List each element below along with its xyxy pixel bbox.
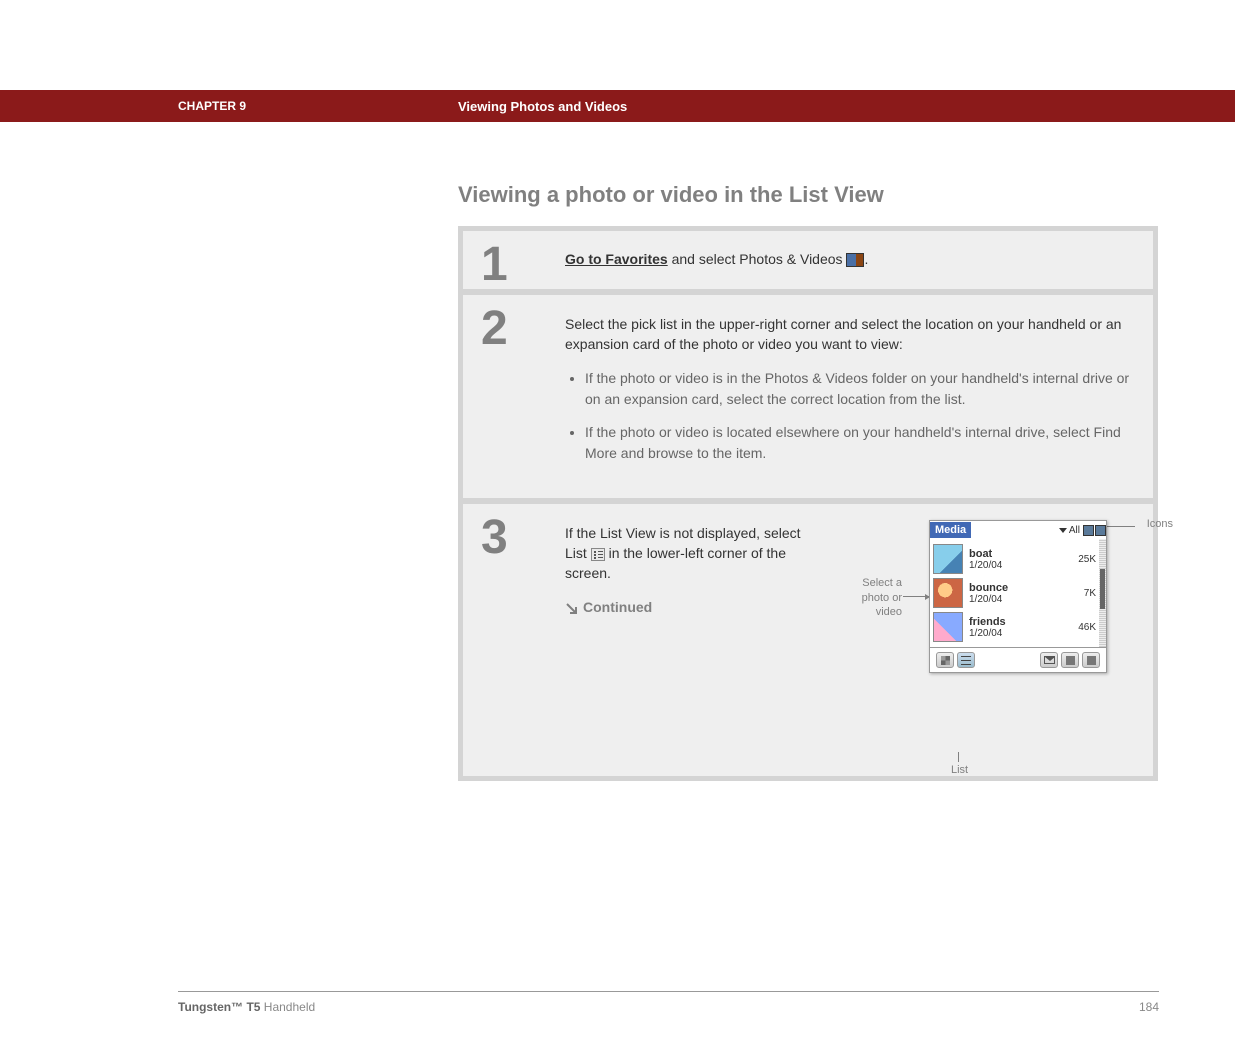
media-date: 1/20/04 <box>969 628 1062 639</box>
device-icon[interactable] <box>1095 525 1106 536</box>
step-1-text: Go to Favorites and select Photos & Vide… <box>565 251 1135 267</box>
step-body: Go to Favorites and select Photos & Vide… <box>557 231 1153 289</box>
continued-text: Continued <box>583 599 652 615</box>
bullet-item: If the photo or video is located elsewhe… <box>585 422 1135 464</box>
section-title: Viewing a photo or video in the List Vie… <box>458 182 1160 208</box>
list-item[interactable]: friends 1/20/04 46K <box>933 610 1106 644</box>
thumbnail-view-button[interactable] <box>936 652 954 668</box>
footer: Tungsten™ T5 Handheld 184 <box>178 991 1159 1014</box>
list-icon <box>591 548 605 561</box>
step-3-text-area: If the List View is not displayed, selec… <box>565 524 825 754</box>
callout-line <box>903 596 929 597</box>
media-info: bounce 1/20/04 <box>969 582 1062 605</box>
location-dropdown[interactable]: All <box>1059 525 1080 536</box>
product-rest: Handheld <box>260 1000 315 1014</box>
device-toolbar <box>930 647 1106 672</box>
dropdown-value: All <box>1069 525 1080 536</box>
step-body: Select the pick list in the upper-right … <box>557 295 1153 498</box>
thumbnail <box>933 612 963 642</box>
screenshot-area: Select a photo or video Icons Media All <box>845 524 1135 754</box>
media-date: 1/20/04 <box>969 594 1062 605</box>
device-screenshot: Media All <box>929 520 1107 673</box>
step-2: 2 Select the pick list in the upper-righ… <box>463 295 1153 498</box>
step-number-cell: 2 <box>463 295 557 498</box>
device-header: Media All <box>930 521 1106 539</box>
media-size: 7K <box>1068 588 1096 599</box>
list-item[interactable]: bounce 1/20/04 7K <box>933 576 1106 610</box>
media-size: 25K <box>1068 554 1096 565</box>
step1-period: . <box>864 251 868 267</box>
step-number-cell: 3 <box>463 504 557 776</box>
product-name: Tungsten™ T5 Handheld <box>178 1000 315 1014</box>
step1-after-link: and select Photos & Videos <box>668 251 847 267</box>
callout-icons: Icons <box>1147 518 1173 530</box>
photos-videos-icon <box>846 253 864 267</box>
continued-label: Continued <box>565 599 825 615</box>
media-date: 1/20/04 <box>969 560 1062 571</box>
envelope-icon <box>1044 656 1055 664</box>
step-2-bullets: If the photo or video is in the Photos &… <box>565 368 1135 464</box>
step-1: 1 Go to Favorites and select Photos & Vi… <box>463 231 1153 289</box>
step-body: If the List View is not displayed, selec… <box>557 504 1153 776</box>
slideshow-icon <box>1087 656 1096 665</box>
media-label: Media <box>930 522 971 538</box>
scrollbar[interactable] <box>1099 539 1106 647</box>
chapter-label: CHAPTER 9 <box>178 99 458 113</box>
media-list: boat 1/20/04 25K bounce 1/20/04 <box>930 539 1106 647</box>
product-strong: Tungsten™ T5 <box>178 1000 260 1014</box>
step-number-cell: 1 <box>463 231 557 289</box>
callout-line <box>958 752 959 762</box>
page-number: 184 <box>1139 1000 1159 1014</box>
scroll-thumb[interactable] <box>1100 569 1105 609</box>
media-size: 46K <box>1068 622 1096 633</box>
draw-button[interactable] <box>1061 652 1079 668</box>
list-view-button[interactable] <box>957 652 975 668</box>
step-3-text: If the List View is not displayed, selec… <box>565 524 825 583</box>
step-3: 3 If the List View is not displayed, sel… <box>463 504 1153 776</box>
steps-container: 1 Go to Favorites and select Photos & Vi… <box>458 226 1158 781</box>
callout-line <box>1107 526 1135 527</box>
bullet-item: If the photo or video is in the Photos &… <box>585 368 1135 410</box>
step-number: 2 <box>481 305 557 353</box>
step-number: 1 <box>481 241 557 289</box>
media-name: friends <box>969 616 1062 628</box>
draw-icon <box>1066 656 1075 665</box>
go-to-favorites-link[interactable]: Go to Favorites <box>565 251 668 267</box>
slideshow-button[interactable] <box>1082 652 1100 668</box>
step-2-lead: Select the pick list in the upper-right … <box>565 315 1135 354</box>
card-icon[interactable] <box>1083 525 1094 536</box>
thumbnail <box>933 578 963 608</box>
media-name: bounce <box>969 582 1062 594</box>
step-number: 3 <box>481 514 557 562</box>
media-info: boat 1/20/04 <box>969 548 1062 571</box>
send-button[interactable] <box>1040 652 1058 668</box>
dropdown-triangle-icon <box>1059 528 1067 533</box>
callout-list: List <box>951 764 968 776</box>
header-bar: CHAPTER 9 Viewing Photos and Videos <box>0 90 1235 122</box>
media-name: boat <box>969 548 1062 560</box>
header-title: Viewing Photos and Videos <box>458 99 627 114</box>
continued-arrow-icon <box>565 602 579 616</box>
list-item[interactable]: boat 1/20/04 25K <box>933 542 1106 576</box>
callout-select-photo: Select a photo or video <box>840 576 902 619</box>
thumbnail <box>933 544 963 574</box>
thumbnail-icon <box>941 656 950 665</box>
list-icon <box>961 656 971 665</box>
top-icons <box>1083 525 1106 536</box>
content-area: Viewing a photo or video in the List Vie… <box>0 122 1160 781</box>
media-info: friends 1/20/04 <box>969 616 1062 639</box>
